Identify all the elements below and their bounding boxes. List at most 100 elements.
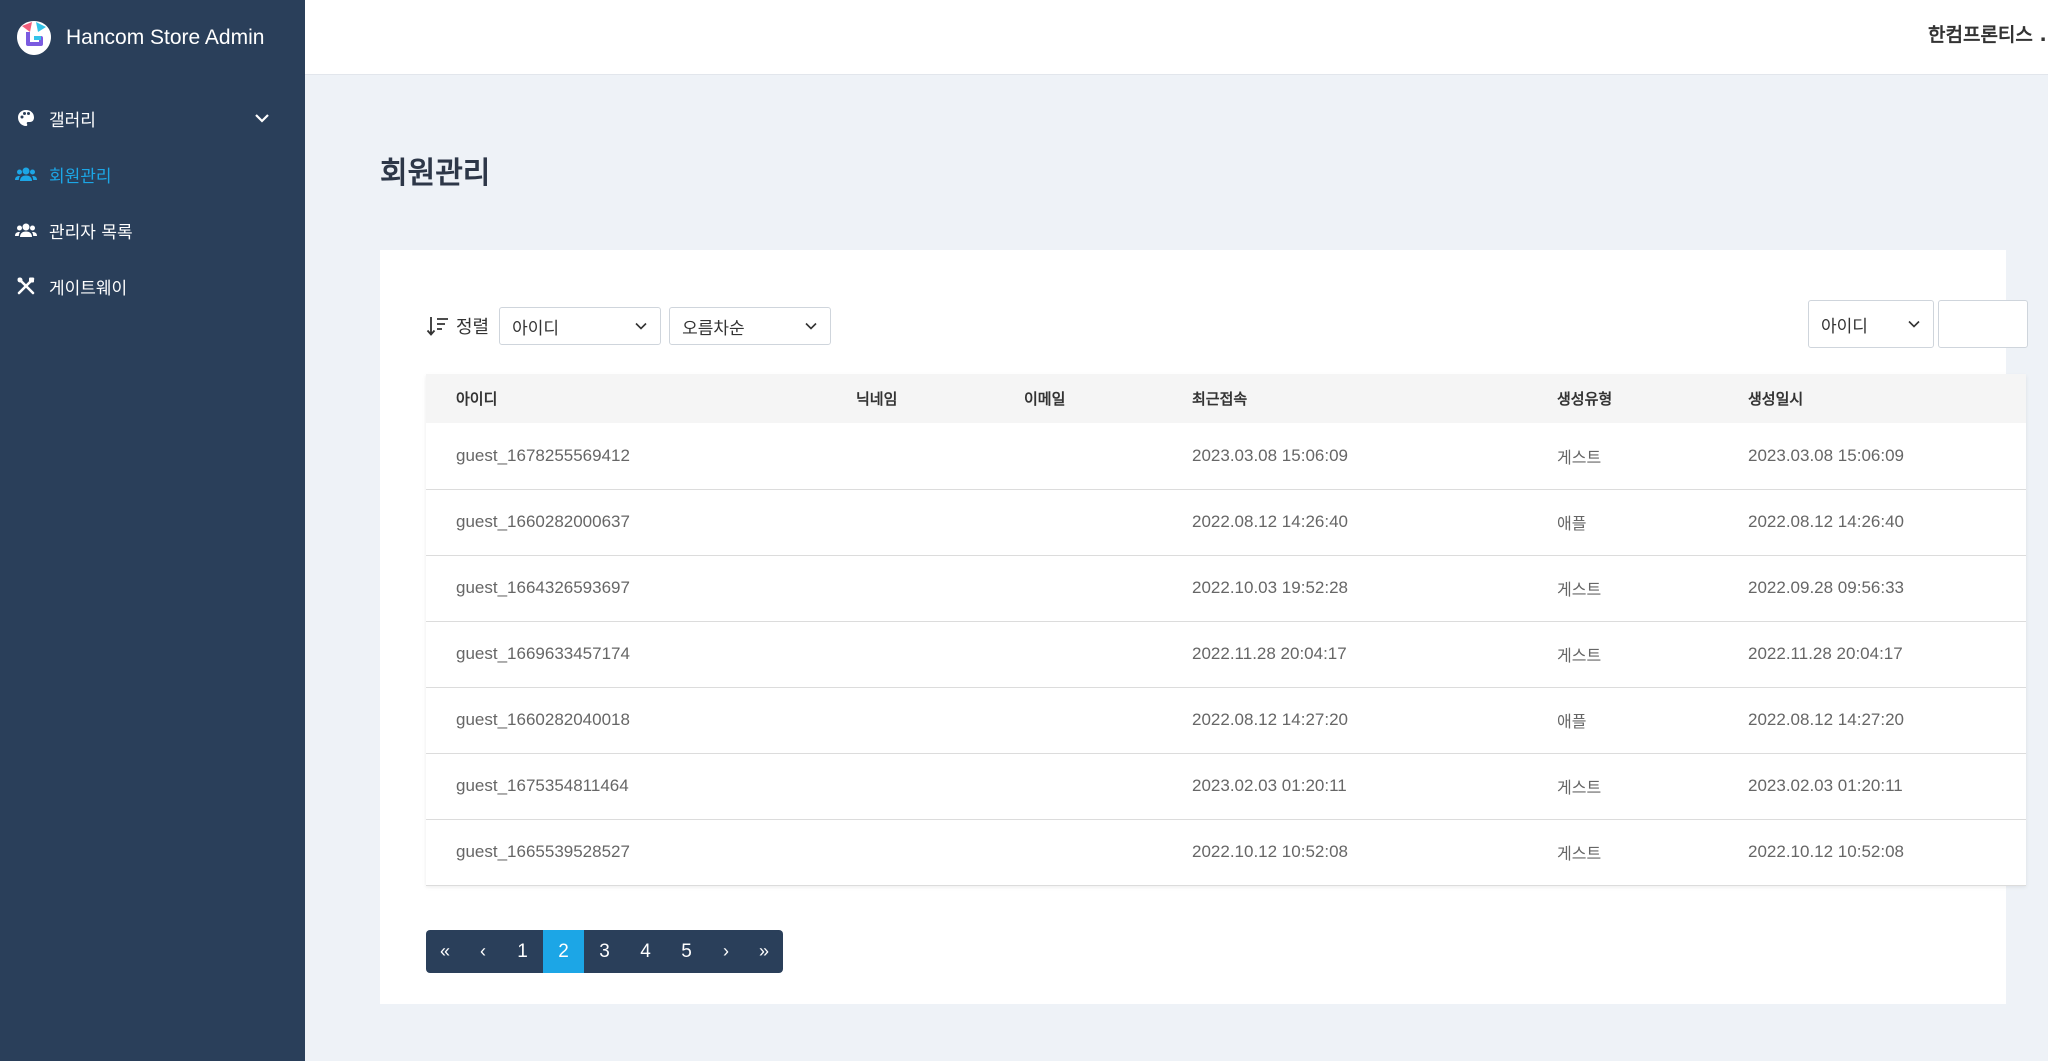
chevron-down-icon <box>1908 320 1920 328</box>
sidebar-item-gallery[interactable]: 갤러리 <box>0 90 305 146</box>
cell-email <box>994 621 1162 687</box>
cell-id: guest_1660282040018 <box>456 710 630 729</box>
search-field-value: 아이디 <box>1821 316 1868 337</box>
cell-created: 2022.08.12 14:26:40 <box>1748 512 1904 531</box>
app-title: Hancom Store Admin <box>66 26 265 49</box>
cell-last-access: 2022.11.28 20:04:17 <box>1192 644 1347 663</box>
cell-last-access: 2022.08.12 14:27:20 <box>1192 710 1348 729</box>
cell-id: guest_1675354811464 <box>456 776 629 795</box>
sidebar-item-label: 갤러리 <box>49 110 96 131</box>
page-button[interactable]: 4 <box>625 930 666 973</box>
cell-type: 게스트 <box>1557 580 1602 599</box>
column-header-type[interactable]: 생성유형 <box>1527 374 1718 423</box>
cell-nickname <box>826 489 994 555</box>
column-header-created[interactable]: 생성일시 <box>1718 374 2026 423</box>
cell-email <box>994 423 1162 489</box>
tools-icon <box>15 275 37 297</box>
table-row[interactable]: guest_1660282040018 2022.08.12 14:27:20 … <box>426 687 2026 753</box>
cell-created: 2022.08.12 14:27:20 <box>1748 710 1904 729</box>
cell-last-access: 2023.02.03 01:20:11 <box>1192 776 1347 795</box>
cell-created: 2022.10.12 10:52:08 <box>1748 842 1904 861</box>
cell-nickname <box>826 555 994 621</box>
sort-bar: 정렬 아이디 오름차순 <box>426 307 832 345</box>
sidebar-item-label: 회원관리 <box>49 166 112 187</box>
cell-email <box>994 489 1162 555</box>
sidebar-item-label: 게이트웨이 <box>49 278 128 299</box>
sidebar-nav: 갤러리 회원관리 관리자 목록 게이트웨이 <box>0 90 305 314</box>
palette-icon <box>15 107 37 129</box>
sidebar-item-label: 관리자 목록 <box>49 222 133 243</box>
cell-id: guest_1664326593697 <box>456 578 630 597</box>
cell-nickname <box>826 423 994 489</box>
page-button[interactable]: 1 <box>502 930 543 973</box>
page-title: 회원관리 <box>380 156 491 191</box>
user-group-icon <box>15 219 37 241</box>
page-button-current[interactable]: 2 <box>543 930 584 973</box>
cell-nickname <box>826 753 994 819</box>
table-row[interactable]: guest_1669633457174 2022.11.28 20:04:17 … <box>426 621 2026 687</box>
cell-type: 게스트 <box>1557 778 1602 797</box>
table-row[interactable]: guest_1665539528527 2022.10.12 10:52:08 … <box>426 819 2026 885</box>
table-row[interactable]: guest_1675354811464 2023.02.03 01:20:11 … <box>426 753 2026 819</box>
cell-created: 2022.09.28 09:56:33 <box>1748 578 1904 597</box>
table-header-row: 아이디 닉네임 이메일 최근접속 생성유형 생성일시 <box>426 374 2026 423</box>
sort-icon <box>426 317 448 336</box>
page-button[interactable]: 5 <box>666 930 707 973</box>
sort-order-value: 오름차순 <box>682 318 745 339</box>
search-field-select[interactable]: 아이디 <box>1808 300 1934 348</box>
cell-id: guest_1678255569412 <box>456 445 630 465</box>
chevron-down-icon <box>635 322 647 330</box>
members-card: 정렬 아이디 오름차순 아이디 아이디 닉네임 이메일 최근접속 생성유형 생성… <box>380 250 2028 1004</box>
sort-field-value: 아이디 <box>512 318 560 339</box>
prev-page-button[interactable]: ‹ <box>464 930 502 973</box>
sort-field-select[interactable]: 아이디 <box>499 307 662 345</box>
cell-last-access: 2022.10.12 10:52:08 <box>1192 842 1348 861</box>
cell-created: 2022.11.28 20:04:17 <box>1748 644 1903 663</box>
cell-last-access: 2023.03.08 15:06:09 <box>1192 445 1348 465</box>
cell-created: 2023.02.03 01:20:11 <box>1748 776 1903 795</box>
sidebar: Hancom Store Admin 갤러리 회원관리 관리자 목록 게이트웨이 <box>0 0 305 1061</box>
cell-id: guest_1669633457174 <box>456 644 630 663</box>
table-row[interactable]: guest_1664326593697 2022.10.03 19:52:28 … <box>426 555 2026 621</box>
cell-nickname <box>826 687 994 753</box>
cell-email <box>994 753 1162 819</box>
column-header-id[interactable]: 아이디 <box>426 374 826 423</box>
sort-order-select[interactable]: 오름차순 <box>669 307 832 345</box>
table-row[interactable]: guest_1678255569412 2023.03.08 15:06:09 … <box>426 423 2026 489</box>
next-page-button[interactable]: › <box>707 930 745 973</box>
column-header-last-access[interactable]: 최근접속 <box>1162 374 1527 423</box>
cell-email <box>994 819 1162 885</box>
search-input[interactable] <box>1938 300 2028 348</box>
column-header-email[interactable]: 이메일 <box>994 374 1162 423</box>
page-button[interactable]: 3 <box>584 930 625 973</box>
cell-created: 2023.03.08 15:06:09 <box>1748 445 1904 465</box>
cell-type: 게스트 <box>1557 844 1602 863</box>
cell-email <box>994 687 1162 753</box>
chevron-down-icon[interactable] <box>252 108 272 128</box>
cell-type: 애플 <box>1557 514 1587 533</box>
cell-id: guest_1660282000637 <box>456 512 630 531</box>
cell-last-access: 2022.10.03 19:52:28 <box>1192 578 1348 597</box>
sort-label-text: 정렬 <box>456 317 490 338</box>
cell-type: 게스트 <box>1557 646 1602 665</box>
sort-label: 정렬 <box>426 313 489 339</box>
column-header-nickname[interactable]: 닉네임 <box>826 374 994 423</box>
cell-nickname <box>826 621 994 687</box>
cell-last-access: 2022.08.12 14:26:40 <box>1192 512 1348 531</box>
sidebar-item-gateway[interactable]: 게이트웨이 <box>0 258 305 314</box>
last-page-button[interactable]: » <box>745 930 783 973</box>
cell-nickname <box>826 819 994 885</box>
sidebar-item-members[interactable]: 회원관리 <box>0 146 305 202</box>
cell-type: 애플 <box>1557 712 1587 731</box>
cell-type: 게스트 <box>1557 447 1602 467</box>
table-row[interactable]: guest_1660282000637 2022.08.12 14:26:40 … <box>426 489 2026 555</box>
cell-email <box>994 555 1162 621</box>
sidebar-item-admins[interactable]: 관리자 목록 <box>0 202 305 258</box>
members-table-wrap: 아이디 닉네임 이메일 최근접속 생성유형 생성일시 guest_1678255… <box>426 374 2026 885</box>
brand[interactable]: Hancom Store Admin <box>14 18 264 58</box>
first-page-button[interactable]: « <box>426 930 464 973</box>
topbar: 한컴프론티스 ... <box>305 0 2048 75</box>
hancom-logo-icon <box>14 18 54 58</box>
members-table: 아이디 닉네임 이메일 최근접속 생성유형 생성일시 guest_1678255… <box>426 374 2026 886</box>
user-menu[interactable]: 한컴프론티스 ... <box>1928 20 2048 47</box>
